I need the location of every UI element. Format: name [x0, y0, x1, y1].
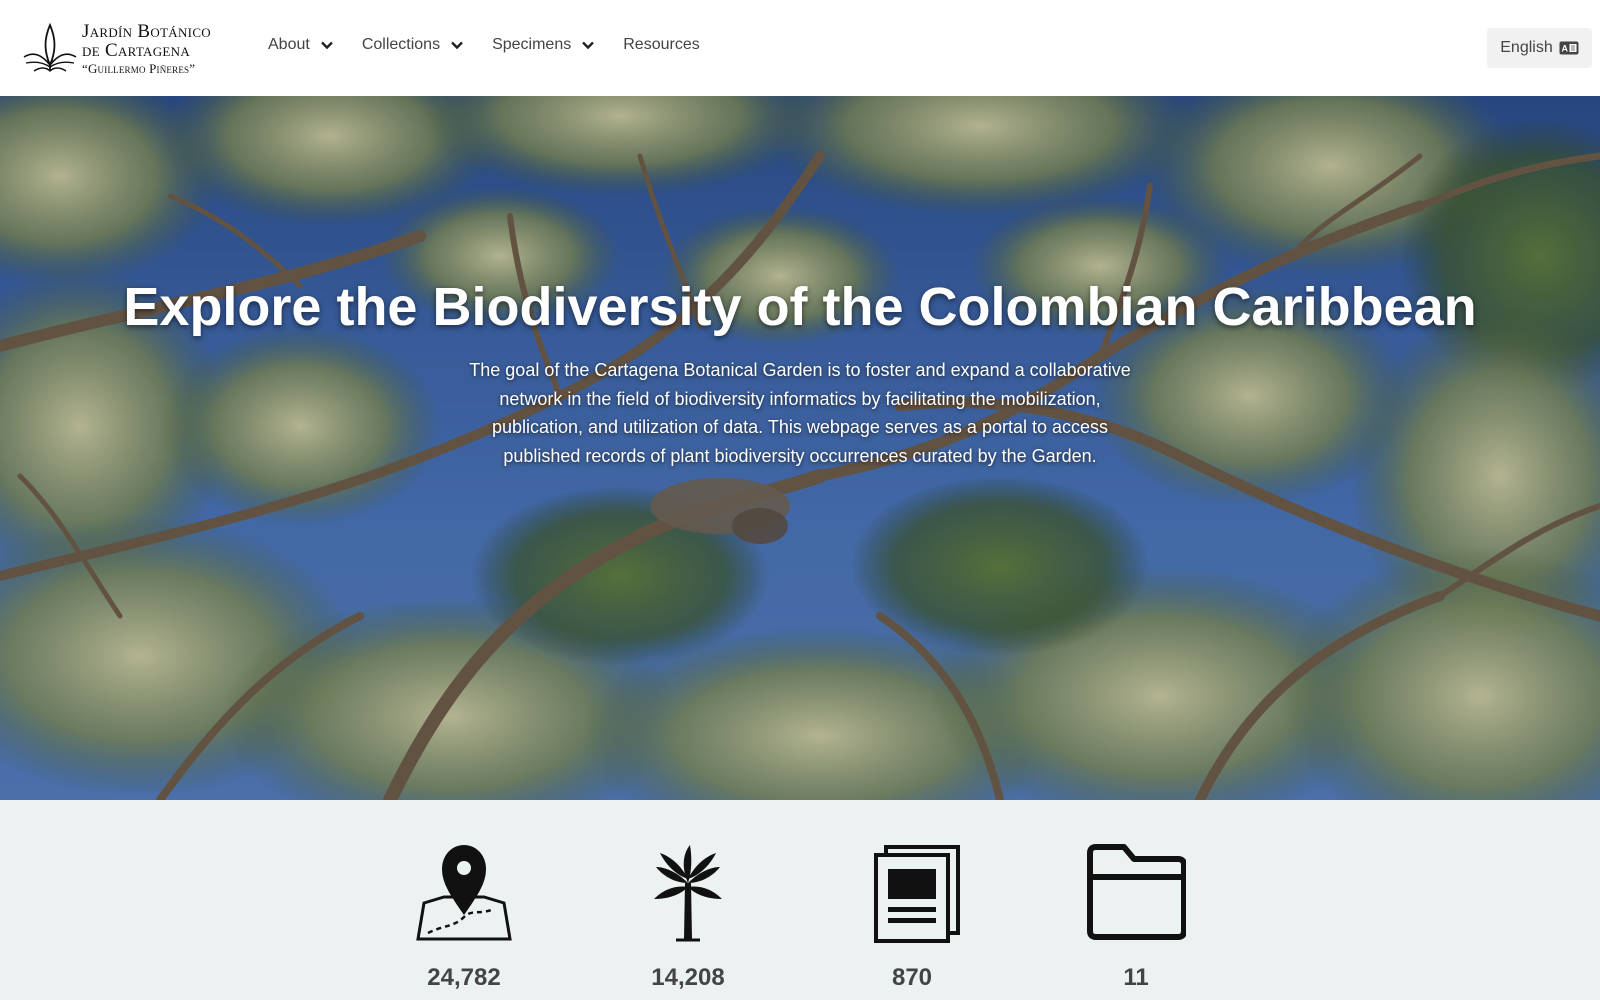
logo-line-2: de Cartagena	[82, 39, 191, 61]
stat-records-value: 870	[891, 964, 933, 991]
palm-tree-icon	[654, 845, 722, 942]
chevron-down-icon	[451, 41, 463, 50]
stat-collections[interactable]: 11	[1056, 840, 1216, 992]
folder-icon	[1087, 844, 1186, 940]
stats-section: 24,782 14,208 870 11	[0, 800, 1600, 1000]
stat-taxa[interactable]: 14,208	[608, 840, 768, 992]
language-label: English	[1500, 39, 1553, 56]
language-card-icon: A	[1559, 41, 1579, 55]
language-selector[interactable]: English A	[1487, 28, 1592, 68]
hero-banner: Explore the Biodiversity of the Colombia…	[0, 96, 1600, 800]
stat-occurrences[interactable]: 24,782	[384, 840, 544, 992]
nav-about[interactable]: About	[268, 36, 334, 54]
main-nav: About Collections Specimens Resources	[268, 36, 728, 54]
stat-records[interactable]: 870	[832, 840, 992, 992]
nav-specimens-label: Specimens	[492, 36, 572, 53]
site-header: Jardín Botánico de Cartagena “Guillermo …	[0, 0, 1600, 96]
stat-collections-value: 11	[1123, 964, 1149, 991]
nav-resources[interactable]: Resources	[623, 36, 699, 54]
nav-specimens[interactable]: Specimens	[492, 36, 595, 54]
chevron-down-icon	[320, 41, 333, 50]
nav-collections[interactable]: Collections	[362, 36, 464, 54]
chevron-down-icon	[582, 41, 595, 50]
map-pin-icon	[416, 845, 512, 941]
site-logo[interactable]: Jardín Botánico de Cartagena “Guillermo …	[22, 20, 222, 76]
hero-title: Explore the Biodiversity of the Colombia…	[123, 277, 1477, 337]
svg-text:A: A	[1561, 44, 1568, 54]
garden-emblem-icon	[23, 22, 77, 72]
logo-text: Jardín Botánico de Cartagena “Guillermo …	[82, 22, 211, 75]
documents-icon	[874, 845, 960, 943]
logo-line-1: Jardín Botánico	[82, 20, 211, 42]
logo-line-3: “Guillermo Piñeres”	[82, 60, 196, 76]
hero-description: The goal of the Cartagena Botanical Gard…	[469, 360, 1131, 467]
stat-taxa-value: 14,208	[651, 964, 725, 991]
nav-about-label: About	[268, 36, 310, 53]
stat-occurrences-value: 24,782	[427, 964, 501, 991]
nav-collections-label: Collections	[361, 36, 441, 53]
nav-resources-label: Resources	[623, 36, 700, 53]
